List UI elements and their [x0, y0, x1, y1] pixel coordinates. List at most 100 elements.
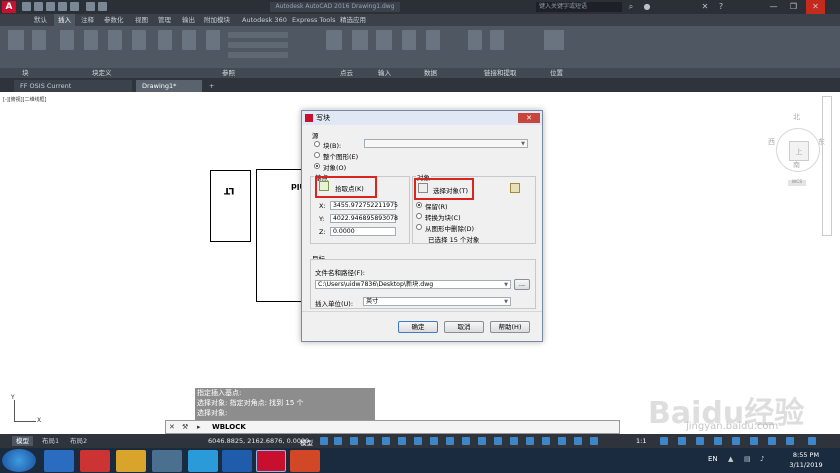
adjust-icon[interactable] — [206, 30, 220, 50]
panel-label-data[interactable]: 数据 — [424, 68, 437, 78]
help-button[interactable]: 帮助(H) — [490, 321, 530, 333]
select-objects-button[interactable]: 选择对象(T) — [433, 185, 468, 195]
command-prompt-icon[interactable]: ▸ — [197, 423, 201, 431]
ortho-icon[interactable] — [382, 437, 390, 445]
auto-scale-icon[interactable] — [590, 437, 598, 445]
tab-view[interactable]: 视图 — [131, 14, 152, 26]
panel-label-block-definition[interactable]: 块定义 — [92, 68, 112, 78]
tab-default[interactable]: 默认 — [30, 14, 51, 26]
radio-delete-from-drawing[interactable] — [416, 224, 422, 230]
save-as-icon[interactable] — [58, 2, 67, 11]
radio-entire-drawing[interactable] — [314, 152, 320, 158]
close-button[interactable]: ✕ — [806, 0, 825, 14]
skype-icon[interactable] — [188, 450, 218, 472]
panel-label-block[interactable]: 块 — [22, 68, 29, 78]
customization-icon[interactable] — [808, 437, 816, 445]
pick-point-icon[interactable] — [319, 181, 329, 191]
annotation-visibility-icon[interactable] — [574, 437, 582, 445]
system-clock[interactable]: 8:55 PM 3/11/2019 — [786, 450, 826, 470]
panel-label-reference[interactable]: 参照 — [222, 68, 235, 78]
quick-properties-icon[interactable] — [714, 437, 722, 445]
input-language[interactable]: EN — [708, 455, 718, 463]
search-icon[interactable]: ⌕ — [626, 2, 636, 12]
restore-button[interactable]: ❐ — [784, 0, 803, 14]
tab-output[interactable]: 输出 — [178, 14, 199, 26]
clean-screen-icon[interactable] — [786, 437, 794, 445]
doc-tab-ff-osis[interactable]: FF OSIS Current Layout_20190201* — [14, 80, 132, 102]
radio-block-label[interactable]: 块(B): — [323, 140, 341, 150]
annotation-scale[interactable]: 1:1 — [636, 437, 646, 445]
update-fields-icon[interactable] — [426, 30, 440, 50]
radio-retain-label[interactable]: 保留(R) — [425, 201, 448, 211]
search-input[interactable]: 键入关键字或短语 — [536, 2, 622, 12]
block-name-dropdown[interactable]: ▼ — [364, 139, 528, 148]
command-input[interactable]: WBLOCK — [212, 423, 246, 431]
new-tab-button[interactable]: + — [206, 80, 218, 92]
layout-tab-layout1[interactable]: 布局1 — [38, 436, 63, 446]
ie-icon[interactable] — [44, 450, 74, 472]
clip-icon[interactable] — [182, 30, 196, 50]
file-explorer-icon[interactable] — [116, 450, 146, 472]
dynamic-ucs-icon[interactable] — [526, 437, 534, 445]
insert-block-icon[interactable] — [8, 30, 24, 50]
minimize-button[interactable]: — — [764, 0, 783, 14]
file-path-field[interactable]: C:\Users\uidw7836\Desktop\新块.dwg ▼ — [315, 280, 511, 289]
model-space-toggle[interactable]: 模型 — [300, 437, 313, 447]
tab-manage[interactable]: 管理 — [154, 14, 175, 26]
quick-select-icon[interactable] — [510, 183, 520, 193]
start-button-icon[interactable] — [2, 449, 36, 472]
snap-icon[interactable] — [334, 437, 342, 445]
base-y-field[interactable]: 4022.946895893078 — [330, 214, 398, 223]
radio-delete-label[interactable]: 从图形中删除(D) — [425, 223, 474, 233]
user-icon[interactable]: ● — [642, 2, 652, 12]
tab-express-tools[interactable]: Express Tools — [288, 14, 339, 26]
viewport-controls[interactable]: [-][俯视][二维线框] — [3, 96, 47, 103]
viewcube-south[interactable]: 南 — [793, 160, 800, 170]
units-icon[interactable] — [696, 437, 704, 445]
insert-units-dropdown[interactable]: 英寸 ▼ — [363, 297, 511, 306]
annotation-monitor-icon[interactable] — [678, 437, 686, 445]
drawn-rectangle-large[interactable]: uld — [256, 169, 305, 302]
tab-parametric[interactable]: 参数化 — [100, 14, 128, 26]
panel-label-point-cloud[interactable]: 点云 — [340, 68, 353, 78]
wcs-menu[interactable]: WCS — [788, 180, 806, 186]
lineweight-icon[interactable] — [462, 437, 470, 445]
cancel-button[interactable]: 取消 — [444, 321, 484, 333]
extract-data-icon[interactable] — [490, 30, 504, 50]
radio-convert-label[interactable]: 转换为块(C) — [425, 212, 461, 222]
snap-to-underlays-icon[interactable] — [228, 52, 288, 58]
workspace-icon[interactable] — [660, 437, 668, 445]
attach-icon[interactable] — [158, 30, 172, 50]
select-objects-icon[interactable] — [418, 183, 428, 193]
powerpoint-icon[interactable] — [290, 450, 320, 472]
gizmo-icon[interactable] — [558, 437, 566, 445]
pick-point-button[interactable]: 拾取点(K) — [335, 183, 364, 193]
field-icon[interactable] — [402, 30, 416, 50]
save-icon[interactable] — [46, 2, 55, 11]
grid-icon[interactable] — [320, 437, 328, 445]
tab-addins[interactable]: 附加模块 — [200, 14, 234, 26]
radio-block[interactable] — [314, 141, 320, 147]
object-snap-icon[interactable] — [446, 437, 454, 445]
wrench-icon[interactable]: ⚒ — [182, 423, 188, 431]
hardware-acceleration-icon[interactable] — [768, 437, 776, 445]
autocad-taskbar-icon[interactable] — [256, 450, 286, 472]
set-location-icon[interactable] — [544, 30, 564, 50]
data-link-icon[interactable] — [468, 30, 482, 50]
viewcube-west[interactable]: 西 — [768, 137, 775, 147]
show-hidden-icons-icon[interactable]: ▲ — [728, 455, 733, 463]
selection-cycling-icon[interactable] — [494, 437, 502, 445]
viewcube-top-face[interactable]: 上 — [789, 141, 809, 161]
manage-attributes-icon[interactable] — [108, 30, 122, 50]
autocad-logo-icon[interactable]: A — [2, 1, 16, 13]
layout-tab-layout2[interactable]: 布局2 — [66, 436, 91, 446]
ok-button[interactable]: 确定 — [398, 321, 438, 333]
underlay-layers-icon[interactable] — [228, 32, 288, 38]
radio-entire-drawing-label[interactable]: 整个图形(E) — [323, 151, 358, 161]
define-attributes-icon[interactable] — [84, 30, 98, 50]
tab-annotate[interactable]: 注释 — [77, 14, 98, 26]
tab-featured-apps[interactable]: 精选应用 — [336, 14, 370, 26]
tab-insert[interactable]: 插入 — [54, 14, 75, 26]
exchange-icon[interactable]: ✕ — [700, 2, 710, 12]
polar-icon[interactable] — [398, 437, 406, 445]
